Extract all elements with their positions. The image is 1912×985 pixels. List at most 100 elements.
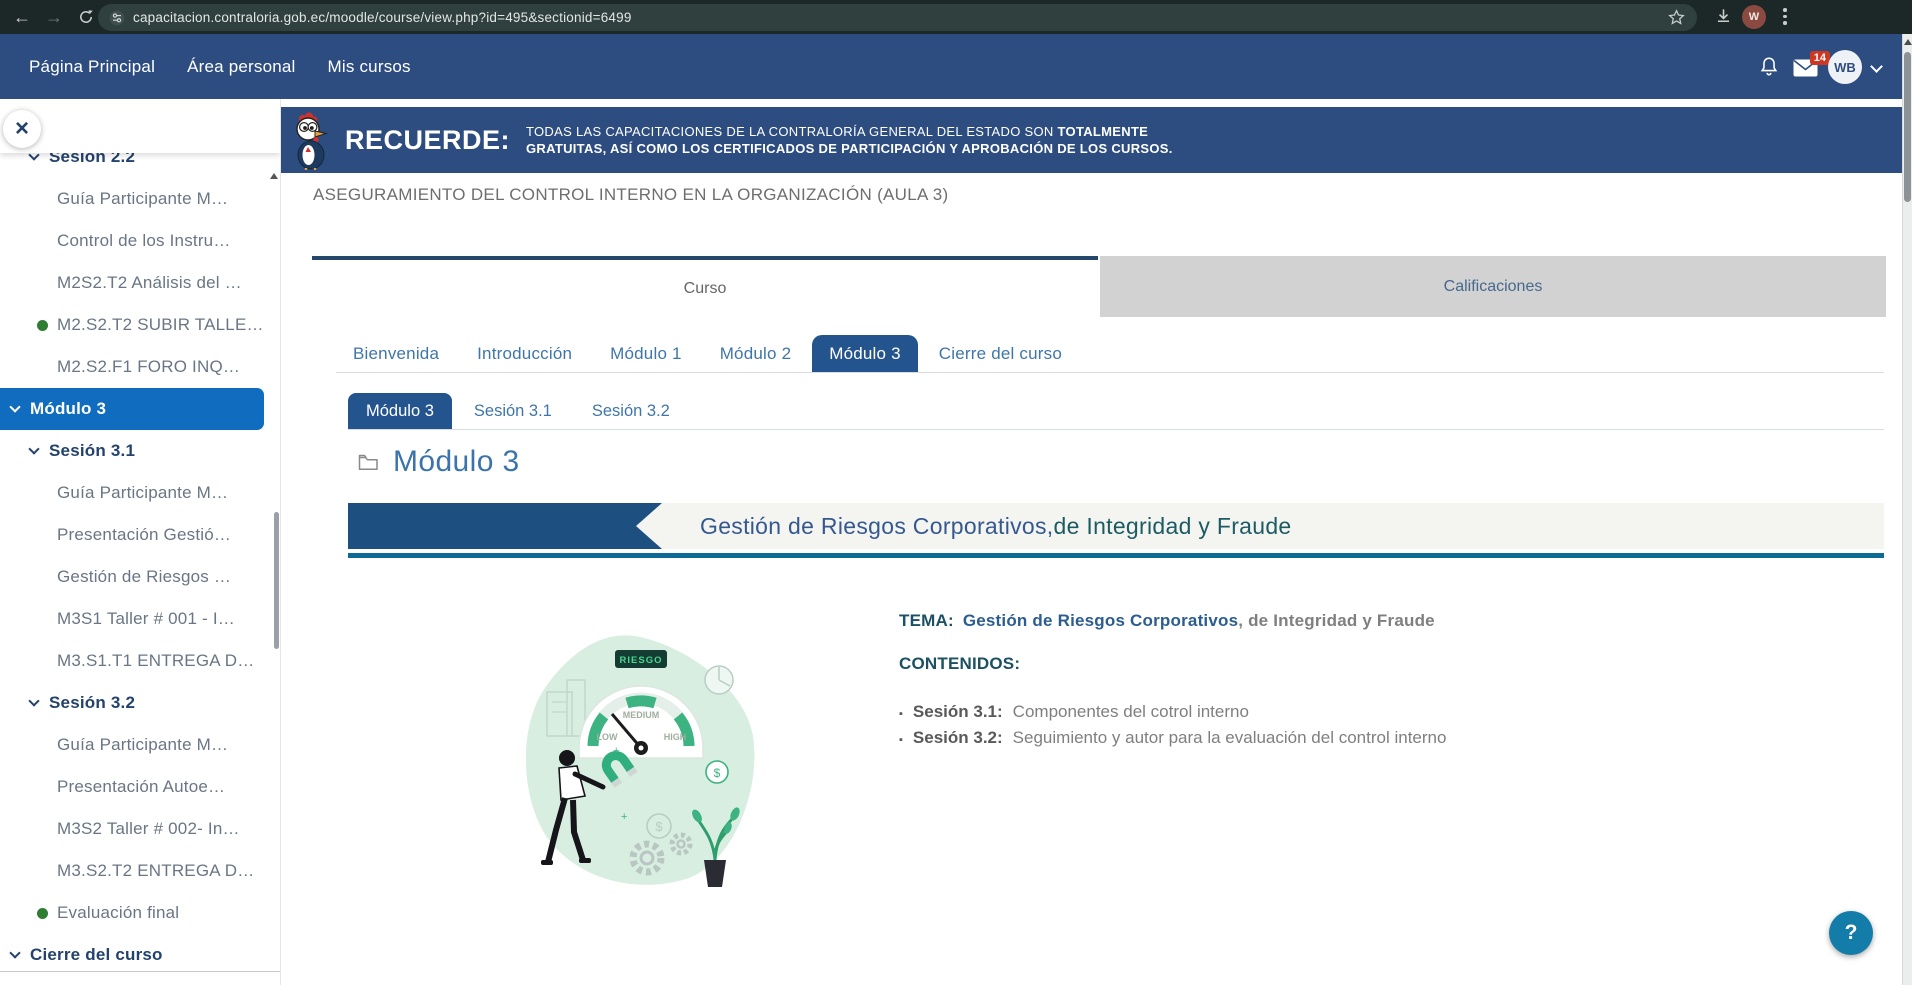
chevron-down-icon bbox=[28, 443, 39, 454]
tema-line: TEMA:Gestión de Riesgos Corporativos, de… bbox=[899, 611, 1819, 631]
sidebar-item[interactable]: Sesión 3.2 bbox=[0, 682, 280, 724]
contenido-bullet: ▪ Sesión 3.1: Componentes del cotrol inte… bbox=[899, 700, 1819, 726]
svg-text:MEDIUM: MEDIUM bbox=[623, 710, 660, 720]
tab-calificaciones[interactable]: Calificaciones bbox=[1100, 256, 1886, 317]
scroll-up-icon[interactable] bbox=[1904, 39, 1912, 45]
page-scrollbar[interactable] bbox=[1902, 34, 1912, 985]
section-tab[interactable]: Cierre del curso bbox=[922, 335, 1079, 372]
tab-curso[interactable]: Curso bbox=[312, 256, 1098, 317]
user-avatar[interactable]: WB bbox=[1828, 50, 1862, 84]
notice-banner: RECUERDE: TODAS LAS CAPACITACIONES DE LA… bbox=[281, 107, 1912, 173]
module-tab[interactable]: Sesión 3.1 bbox=[456, 393, 570, 429]
browser-menu-icon[interactable] bbox=[1783, 8, 1787, 28]
user-menu-caret-icon[interactable] bbox=[1870, 60, 1883, 73]
sidebar-item-label: Guía Participante M… bbox=[57, 483, 228, 503]
sidebar-item-label: Presentación Gestió… bbox=[57, 525, 231, 545]
sidebar-item[interactable]: Control de los Instru… bbox=[0, 220, 280, 262]
sidebar-item-label: Módulo 3 bbox=[30, 399, 106, 419]
sidebar-item-label: M2.S2.T2 SUBIR TALLE… bbox=[57, 315, 264, 335]
topic-block: TEMA:Gestión de Riesgos Corporativos, de… bbox=[899, 611, 1819, 752]
messages-envelope-icon[interactable]: 14 bbox=[1793, 59, 1818, 82]
svg-text:+: + bbox=[621, 811, 627, 823]
section-tab[interactable]: Módulo 2 bbox=[703, 335, 809, 372]
sidebar-item[interactable]: Presentación Gestió… bbox=[0, 514, 280, 556]
chevron-down-icon bbox=[9, 401, 20, 412]
sidebar-item-label: Sesión 3.2 bbox=[49, 693, 135, 713]
module-tab[interactable]: Sesión 3.2 bbox=[574, 393, 688, 429]
sidebar-item-label: M3.S2.T2 ENTREGA D… bbox=[57, 861, 254, 881]
bullet-icon: ▪ bbox=[899, 728, 903, 752]
browser-back-icon[interactable]: ← bbox=[8, 3, 36, 31]
sidebar-item[interactable]: M2.S2.T2 SUBIR TALLE… bbox=[0, 304, 280, 346]
browser-profile-avatar[interactable]: W bbox=[1742, 5, 1766, 29]
sidebar-item[interactable]: M3S1 Taller # 001 - I… bbox=[0, 598, 280, 640]
sidebar-item[interactable]: Módulo 3 bbox=[0, 388, 264, 430]
sidebar-item-label: Guía Participante M… bbox=[57, 189, 228, 209]
sidebar-item-label: M2.S2.F1 FORO INQ… bbox=[57, 357, 240, 377]
section-tab[interactable]: Introducción bbox=[460, 335, 589, 372]
section-tab[interactable]: Módulo 1 bbox=[593, 335, 699, 372]
sidebar-item-label: Sesión 3.1 bbox=[49, 441, 135, 461]
sidebar-item-label: M2S2.T2 Análisis del … bbox=[57, 273, 242, 293]
mascot-icon bbox=[291, 112, 337, 170]
nav-dashboard-link[interactable]: Área personal bbox=[187, 57, 295, 77]
sidebar-item[interactable]: M3.S2.T2 ENTREGA D… bbox=[0, 850, 280, 892]
risk-gauge-illustration: LOW MEDIUM HIGH RIESGO $ $ bbox=[509, 630, 769, 895]
ribbon-title: Gestión de Riesgos Corporativos, de Inte… bbox=[700, 503, 1292, 549]
sidebar-item[interactable]: Guía Participante M… bbox=[0, 724, 280, 766]
sidebar-scroll-up-icon[interactable] bbox=[270, 173, 278, 179]
sidebar-item[interactable]: Cierre del curso bbox=[0, 934, 280, 976]
sidebar-scrollbar[interactable] bbox=[274, 512, 279, 649]
browser-chrome: ← → capacitacion.contraloria.gob.ec/mood… bbox=[0, 0, 1912, 34]
sidebar-item-label: M3S2 Taller # 002- In… bbox=[57, 819, 240, 839]
course-title: ASEGURAMIENTO DEL CONTROL INTERNO EN LA … bbox=[313, 185, 948, 205]
svg-text:HIGH: HIGH bbox=[664, 732, 687, 742]
scrollbar-thumb[interactable] bbox=[1904, 52, 1911, 202]
bookmark-star-icon[interactable] bbox=[1668, 9, 1685, 26]
sidebar-item[interactable]: Gestión de Riesgos … bbox=[0, 556, 280, 598]
sidebar-item-label: Evaluación final bbox=[57, 903, 179, 923]
svg-text:+: + bbox=[613, 745, 619, 757]
sidebar-item[interactable]: Evaluación final bbox=[0, 892, 280, 934]
contenidos-list: ▪ Sesión 3.1: Componentes del cotrol inte… bbox=[899, 700, 1819, 752]
help-button[interactable]: ? bbox=[1829, 911, 1873, 955]
sidebar-item[interactable]: Sesión 3.1 bbox=[0, 430, 280, 472]
browser-forward-icon[interactable]: → bbox=[40, 3, 68, 31]
course-index-drawer: Sesión 2.2Guía Participante M…Control de… bbox=[0, 99, 281, 985]
nav-home-link[interactable]: Página Principal bbox=[29, 57, 155, 77]
bullet-text: Componentes del cotrol interno bbox=[1013, 700, 1249, 724]
sidebar-item[interactable]: Guía Participante M… bbox=[0, 178, 280, 220]
sidebar-item[interactable]: Presentación Autoe… bbox=[0, 766, 280, 808]
browser-reload-icon[interactable] bbox=[72, 3, 100, 31]
sidebar-item-label: Guía Participante M… bbox=[57, 735, 228, 755]
section-tab[interactable]: Bienvenida bbox=[336, 335, 456, 372]
bullet-session-label: Sesión 3.1: bbox=[913, 700, 1003, 724]
sidebar-item[interactable]: M2.S2.F1 FORO INQ… bbox=[0, 346, 280, 388]
sidebar-item[interactable]: Guía Participante M… bbox=[0, 472, 280, 514]
site-settings-icon[interactable] bbox=[109, 10, 125, 26]
module-tab[interactable]: Módulo 3 bbox=[348, 393, 452, 429]
contenidos-label: CONTENIDOS: bbox=[899, 654, 1819, 674]
notifications-bell-icon[interactable] bbox=[1758, 55, 1780, 83]
download-icon[interactable] bbox=[1714, 7, 1733, 26]
sidebar-item[interactable]: M3S2 Taller # 002- In… bbox=[0, 808, 280, 850]
sidebar-item-label: M3.S1.T1 ENTREGA D… bbox=[57, 651, 254, 671]
url-bar[interactable]: capacitacion.contraloria.gob.ec/moodle/c… bbox=[98, 4, 1697, 31]
ribbon-underline bbox=[348, 553, 1884, 558]
sidebar-item[interactable]: M2S2.T2 Análisis del … bbox=[0, 262, 280, 304]
completion-dot bbox=[37, 320, 48, 331]
section-tab[interactable]: Módulo 3 bbox=[812, 335, 918, 372]
bullet-session-label: Sesión 3.2: bbox=[913, 726, 1003, 750]
folder-icon bbox=[358, 453, 379, 471]
svg-text:RIESGO: RIESGO bbox=[620, 655, 663, 666]
close-drawer-icon[interactable]: × bbox=[3, 110, 41, 148]
sidebar-item[interactable]: M3.S1.T1 ENTREGA D… bbox=[0, 640, 280, 682]
svg-text:$: $ bbox=[655, 819, 663, 834]
bullet-icon: ▪ bbox=[899, 702, 903, 726]
chevron-down-icon bbox=[28, 695, 39, 706]
topic-ribbon: Gestión de Riesgos Corporativos, de Inte… bbox=[348, 503, 1884, 549]
nav-mycourses-link[interactable]: Mis cursos bbox=[328, 57, 411, 77]
svg-text:$: $ bbox=[714, 766, 721, 780]
completion-dot bbox=[37, 908, 48, 919]
section-tabs: BienvenidaIntroducciónMódulo 1Módulo 2Mó… bbox=[336, 335, 1884, 373]
